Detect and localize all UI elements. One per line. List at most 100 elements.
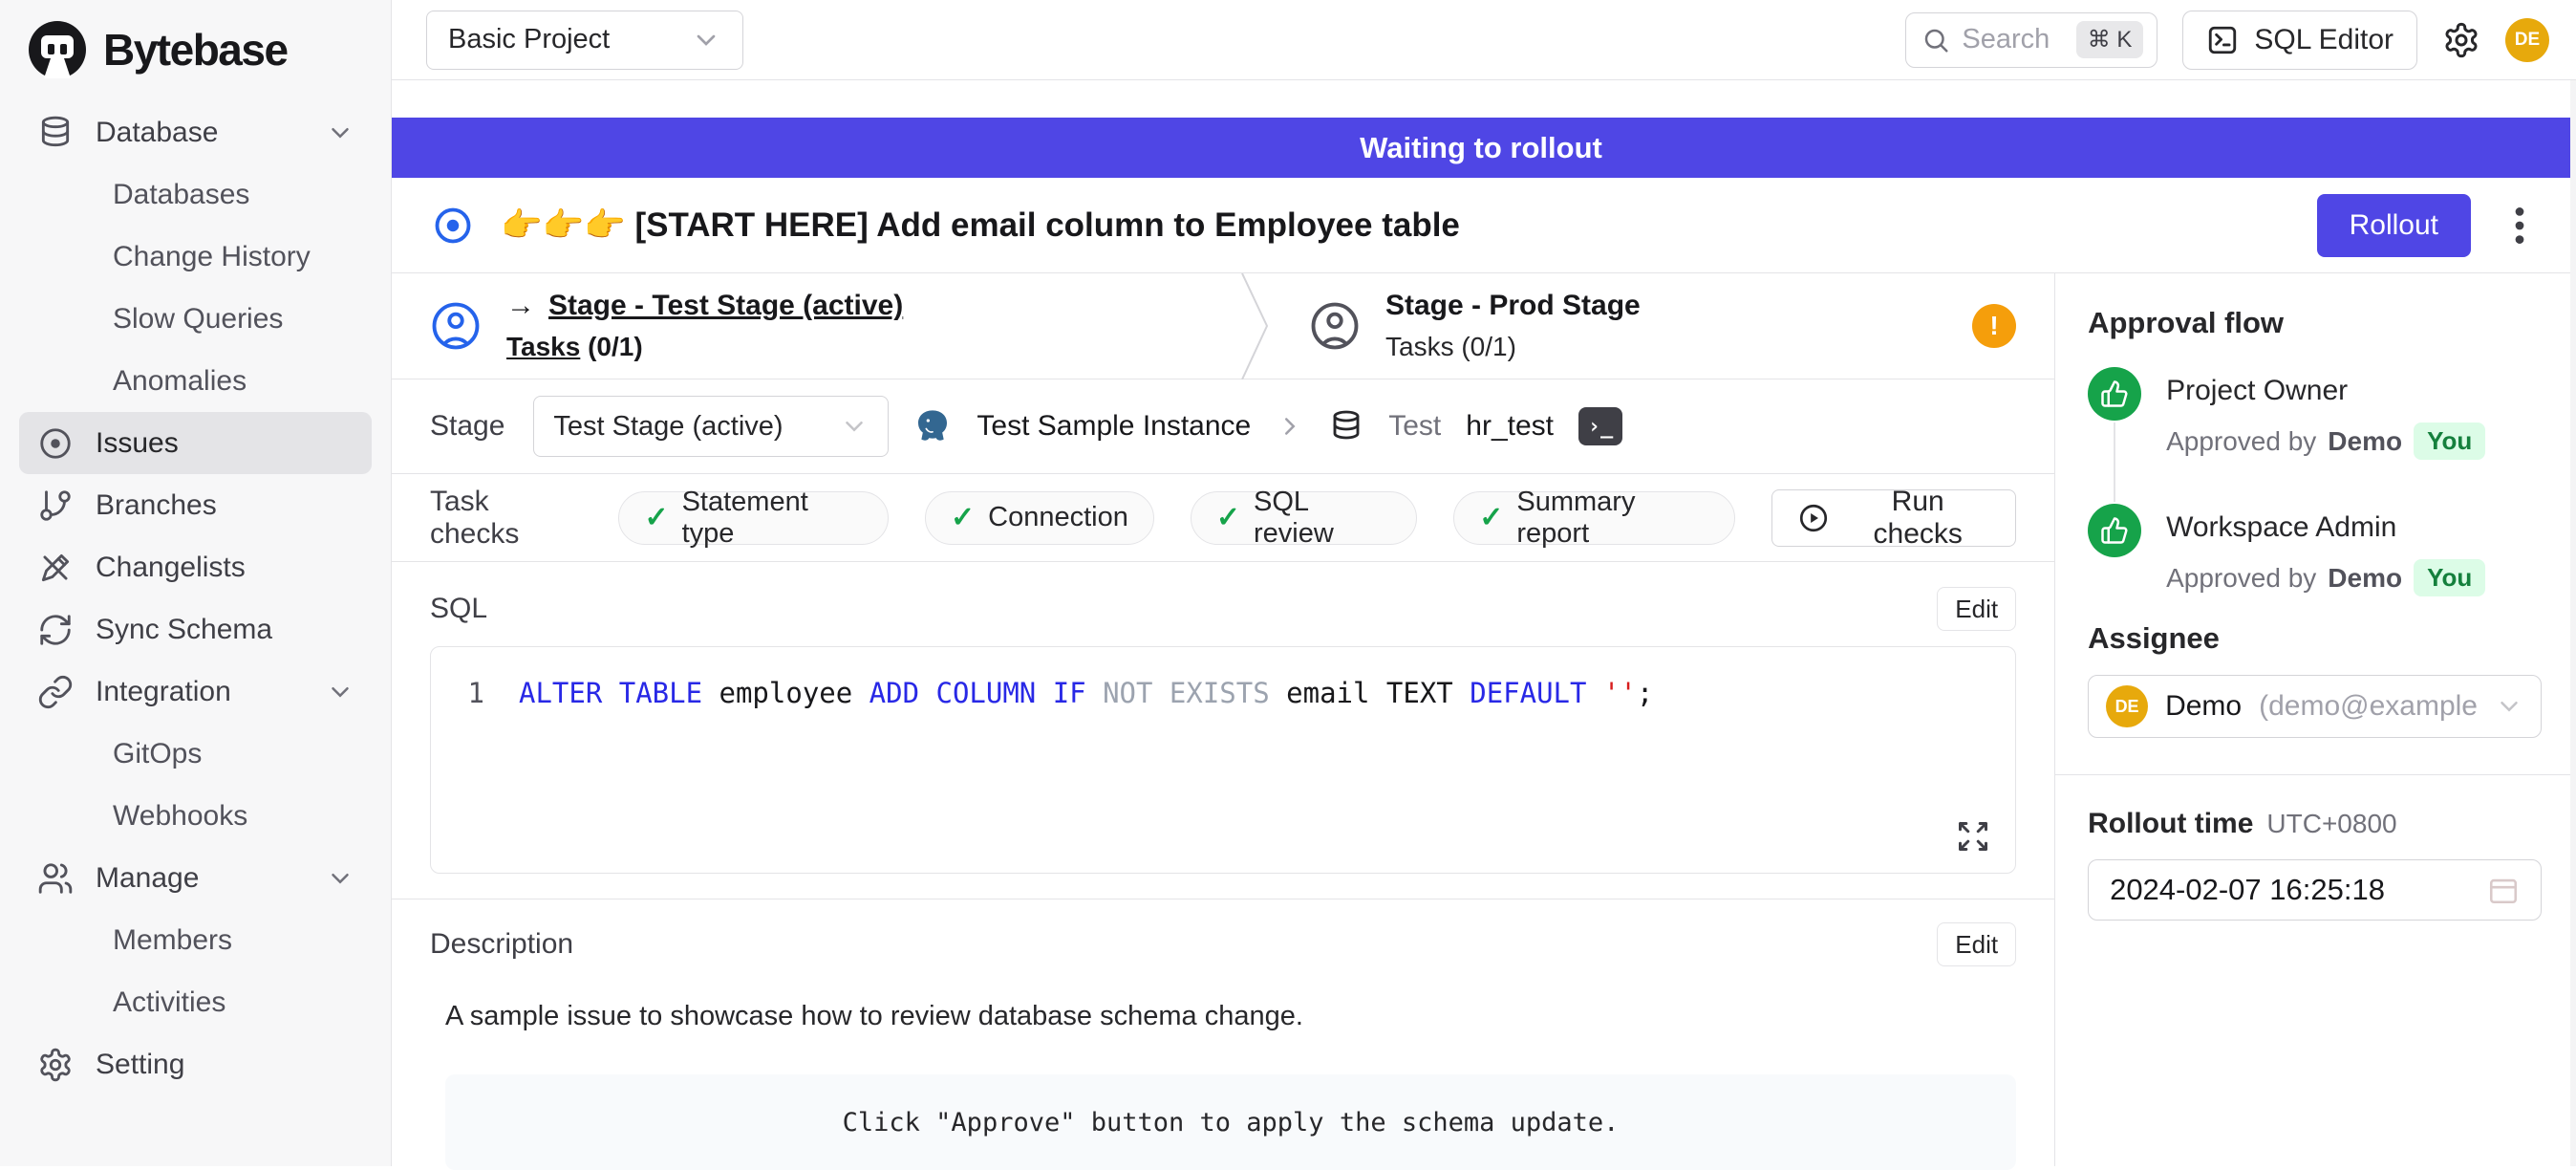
check-icon: ✓ xyxy=(1216,501,1240,534)
issue-side-panel: Approval flow Project Owner Approved by … xyxy=(2055,273,2570,1166)
stage-name-link[interactable]: Stage - Test Stage (active) xyxy=(548,290,903,322)
sql-editor-block[interactable]: 1 ALTER TABLE employee ADD COLUMN IF NOT… xyxy=(430,646,2016,874)
approver-name: Demo xyxy=(2328,426,2402,457)
sql-editor-label: SQL Editor xyxy=(2254,24,2394,56)
sidebar-item-activities[interactable]: Activities xyxy=(19,971,372,1033)
person-circle-icon xyxy=(1309,300,1361,352)
sidebar-item-label: Issues xyxy=(96,427,179,460)
sidebar-item-webhooks[interactable]: Webhooks xyxy=(19,785,372,847)
run-checks-button[interactable]: Run checks xyxy=(1771,489,2016,547)
sidebar-item-integration[interactable]: Integration xyxy=(19,661,372,723)
search-input[interactable]: Search ⌘ K xyxy=(1905,12,2157,68)
assignee-select[interactable]: DE Demo (demo@example xyxy=(2088,675,2542,738)
sidebar-nav: Database Databases Change History Slow Q… xyxy=(0,101,391,1095)
stage-prod[interactable]: Stage - Prod Stage Tasks (0/1) ! xyxy=(1271,273,2054,379)
sidebar-item-anomalies[interactable]: Anomalies xyxy=(19,350,372,412)
assignee-name: Demo xyxy=(2165,690,2242,723)
stage-name: Stage - Prod Stage xyxy=(1385,290,1641,322)
stage-test[interactable]: → Stage - Test Stage (active) Tasks (0/1… xyxy=(392,273,1240,379)
stage-strip: → Stage - Test Stage (active) Tasks (0/1… xyxy=(392,273,2054,379)
body-split: → Stage - Test Stage (active) Tasks (0/1… xyxy=(392,273,2570,1166)
rollout-time-timezone: UTC+0800 xyxy=(2266,809,2396,839)
search-shortcut-kbd: ⌘ K xyxy=(2076,21,2144,58)
check-pill-label: Connection xyxy=(988,502,1128,533)
description-edit-button[interactable]: Edit xyxy=(1937,922,2016,966)
bytebase-logo[interactable]: Bytebase xyxy=(0,0,391,101)
sidebar-item-gitops[interactable]: GitOps xyxy=(19,723,372,785)
sidebar-item-slow-queries[interactable]: Slow Queries xyxy=(19,288,372,350)
instance-link[interactable]: Test Sample Instance xyxy=(977,410,1251,443)
sidebar-item-changelists[interactable]: Changelists xyxy=(19,536,372,598)
sidebar-item-label: Change History xyxy=(113,241,311,273)
sidebar-item-sync-schema[interactable]: Sync Schema xyxy=(19,598,372,661)
project-selector-value: Basic Project xyxy=(448,24,610,55)
chevron-down-icon xyxy=(2495,692,2523,721)
gear-icon xyxy=(36,1047,75,1083)
approval-step-text: Project Owner Approved by Demo You xyxy=(2166,367,2485,460)
rollout-time-value: 2024-02-07 16:25:18 xyxy=(2110,873,2385,907)
run-checks-label: Run checks xyxy=(1845,486,1990,551)
play-circle-icon xyxy=(1797,502,1830,534)
sidebar-item-database[interactable]: Database xyxy=(19,101,372,163)
database-link[interactable]: hr_test xyxy=(1466,410,1554,443)
users-icon xyxy=(36,860,75,897)
sidebar-item-issues[interactable]: Issues xyxy=(19,412,372,474)
sidebar-item-members[interactable]: Members xyxy=(19,909,372,971)
description-note: Click "Approve" button to apply the sche… xyxy=(445,1074,2016,1170)
terminal-square-icon xyxy=(2206,24,2239,56)
check-pill-summary-report[interactable]: ✓ Summary report xyxy=(1453,491,1735,545)
logo-wordmark: Bytebase xyxy=(103,24,288,76)
stage-picker-label: Stage xyxy=(430,410,504,443)
expand-icon[interactable] xyxy=(1956,819,1990,854)
check-pill-label: SQL review xyxy=(1254,487,1391,550)
approved-prefix: Approved by xyxy=(2166,563,2316,594)
settings-gear-icon[interactable] xyxy=(2442,21,2480,59)
pencils-crossed-icon xyxy=(36,550,75,586)
database-icon xyxy=(1329,409,1363,444)
search-icon xyxy=(1921,26,1950,54)
sidebar-item-databases[interactable]: Databases xyxy=(19,163,372,226)
description-section: Description Edit A sample issue to showc… xyxy=(392,899,2054,1170)
user-avatar[interactable]: DE xyxy=(2505,18,2549,62)
sidebar-item-branches[interactable]: Branches xyxy=(19,474,372,536)
check-pill-sql-review[interactable]: ✓ SQL review xyxy=(1191,491,1417,545)
refresh-icon xyxy=(36,612,75,648)
assignee-title: Assignee xyxy=(2088,621,2542,656)
stage-picker-row: Stage Test Stage (active) Test Sample In… xyxy=(392,379,2054,474)
stage-separator-chevron xyxy=(1240,273,1271,379)
kebab-menu-icon[interactable] xyxy=(2498,202,2542,249)
rollout-button[interactable]: Rollout xyxy=(2317,194,2471,257)
sidebar-item-label: Databases xyxy=(113,179,249,211)
approval-step-workspace-admin: Workspace Admin Approved by Demo You xyxy=(2088,504,2542,606)
rollout-time-label: Rollout time xyxy=(2088,808,2253,840)
check-pill-connection[interactable]: ✓ Connection xyxy=(925,491,1154,545)
sql-edit-button[interactable]: Edit xyxy=(1937,587,2016,631)
sidebar-item-label: Changelists xyxy=(96,552,246,584)
status-banner: Waiting to rollout xyxy=(392,118,2570,178)
sidebar-item-setting[interactable]: Setting xyxy=(19,1033,372,1095)
chevron-down-icon xyxy=(691,25,721,55)
sidebar-item-label: Slow Queries xyxy=(113,303,283,336)
project-selector[interactable]: Basic Project xyxy=(426,11,743,70)
stage-picker-select[interactable]: Test Stage (active) xyxy=(533,396,889,457)
sql-code-line: 1 ALTER TABLE employee ADD COLUMN IF NOT… xyxy=(431,674,2015,713)
check-pill-statement-type[interactable]: ✓ Statement type xyxy=(618,491,889,545)
stage-tasks-link[interactable]: Tasks xyxy=(506,332,580,361)
chevron-down-icon xyxy=(326,864,354,893)
sidebar-item-change-history[interactable]: Change History xyxy=(19,226,372,288)
sidebar-item-label: Sync Schema xyxy=(96,614,272,646)
approval-role: Workspace Admin xyxy=(2166,504,2485,544)
scrollbar[interactable] xyxy=(2570,80,2576,1166)
link-icon xyxy=(36,674,75,710)
check-pill-label: Statement type xyxy=(682,487,863,550)
issue-title: 👉👉👉 [START HERE] Add email column to Emp… xyxy=(501,206,1460,245)
main-content: Waiting to rollout 👉👉👉 [START HERE] Add … xyxy=(392,80,2570,1166)
sql-statement: ALTER TABLE employee ADD COLUMN IF NOT E… xyxy=(519,674,1653,713)
sidebar-item-manage[interactable]: Manage xyxy=(19,847,372,909)
sql-editor-button[interactable]: SQL Editor xyxy=(2182,11,2417,70)
circle-dot-icon xyxy=(36,425,75,462)
approved-prefix: Approved by xyxy=(2166,426,2316,457)
open-sql-console-icon[interactable]: ›_ xyxy=(1578,407,1622,445)
rollout-time-input[interactable]: 2024-02-07 16:25:18 xyxy=(2088,859,2542,921)
postgres-elephant-icon xyxy=(913,407,952,445)
